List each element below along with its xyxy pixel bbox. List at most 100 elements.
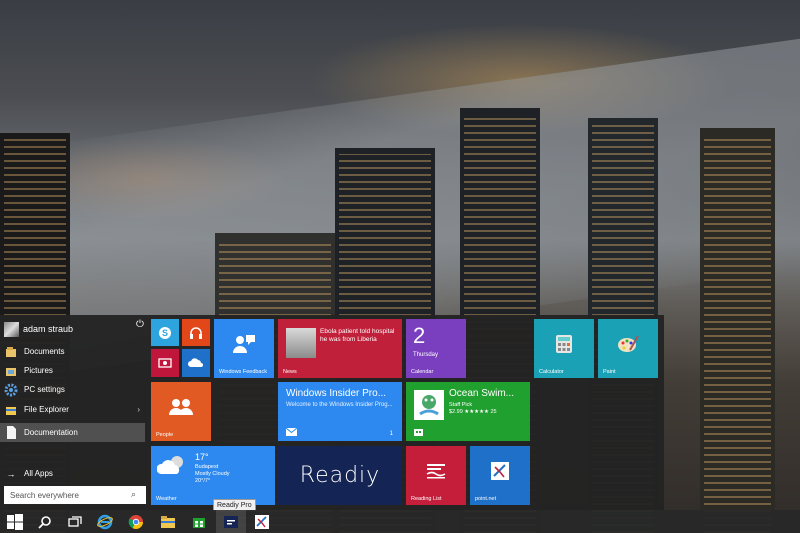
video-icon xyxy=(158,358,172,368)
weather-condition: Mostly Cloudy xyxy=(195,471,230,477)
start-item-pictures[interactable]: Pictures xyxy=(0,361,148,380)
document-icon xyxy=(4,426,18,440)
user-account[interactable]: adam straub xyxy=(4,319,144,339)
file-explorer-icon xyxy=(4,403,18,417)
calculator-icon xyxy=(556,334,572,353)
reading-list-icon xyxy=(426,463,446,478)
store-tile[interactable]: Ocean Swim... Staff Pick $2.99 ★★★★★ 25 xyxy=(406,382,530,441)
avatar xyxy=(4,321,19,337)
store-bag-icon xyxy=(193,517,205,528)
weather-city: Budapest xyxy=(195,464,219,470)
task-view-icon xyxy=(68,515,82,527)
news-tile[interactable]: Ebola patient told hospital he was from … xyxy=(278,319,402,378)
start-item-file-explorer[interactable]: File Explorer › xyxy=(0,400,148,419)
start-item-label: PC settings xyxy=(24,385,65,394)
weather-range: 20°/7° xyxy=(195,478,211,484)
news-image xyxy=(286,328,316,358)
wallpaper-building xyxy=(700,128,775,533)
start-item-pc-settings[interactable]: PC settings xyxy=(0,380,148,399)
taskbar-file-explorer[interactable] xyxy=(153,510,183,533)
tile-label: Windows Feedback xyxy=(219,369,267,375)
power-icon[interactable]: ⏻ xyxy=(134,319,146,331)
taskbar-pointnet[interactable] xyxy=(247,510,277,533)
reading-list-tile[interactable]: Reading List xyxy=(406,446,466,505)
tile-label: News xyxy=(283,369,297,375)
mail-icon xyxy=(286,428,297,436)
tile-label: Weather xyxy=(156,496,177,502)
app-thumbnail xyxy=(414,390,444,420)
start-item-label: Documents xyxy=(24,347,65,356)
onedrive-tile[interactable] xyxy=(182,349,210,377)
documents-folder-icon xyxy=(4,345,18,359)
search-box[interactable]: ⌕ xyxy=(4,486,146,504)
cloud-icon xyxy=(188,358,203,367)
feedback-icon xyxy=(233,334,255,353)
file-explorer-icon xyxy=(161,515,175,528)
video-tile[interactable] xyxy=(151,349,179,377)
start-item-label: File Explorer xyxy=(24,405,69,414)
store-pick: Staff Pick xyxy=(449,402,473,408)
weather-tile[interactable]: 17° Budapest Mostly Cloudy 20°/7° Weathe… xyxy=(151,446,275,505)
skype-icon: S xyxy=(159,326,171,339)
taskbar-internet-explorer[interactable] xyxy=(90,510,120,533)
store-bag-icon xyxy=(414,429,423,436)
tile-label: Calculator xyxy=(539,369,564,375)
windows-logo-icon xyxy=(7,513,23,530)
start-item-label: Pictures xyxy=(24,366,53,375)
readiy-tile[interactable]: Readiy xyxy=(278,446,402,505)
store-price-rating: $2.99 ★★★★★ 25 xyxy=(449,409,497,415)
cloudy-weather-icon xyxy=(157,456,183,474)
search-input[interactable] xyxy=(10,490,128,500)
taskbar-chrome[interactable] xyxy=(121,510,151,533)
insider-badge: 1 xyxy=(389,431,393,437)
taskbar-store[interactable] xyxy=(184,510,214,533)
people-tile[interactable]: People xyxy=(151,382,211,441)
tile-label: People xyxy=(156,432,174,438)
pointnet-icon xyxy=(491,461,509,480)
start-item-documents[interactable]: Documents xyxy=(0,342,148,361)
music-tile[interactable] xyxy=(182,319,210,346)
readiy-logo: Readiy xyxy=(299,463,381,488)
start-menu-left-pane: adam straub ⏻ Documents Pictures PC sett… xyxy=(0,315,148,510)
skype-tile[interactable]: S xyxy=(151,319,179,346)
taskbar-search-button[interactable] xyxy=(30,510,60,533)
task-view-button[interactable] xyxy=(60,510,90,533)
paint-tile[interactable]: Paint xyxy=(598,319,658,378)
windows-feedback-tile[interactable]: Windows Feedback xyxy=(214,319,274,378)
start-item-documentation[interactable]: Documentation xyxy=(0,423,145,442)
start-menu: adam straub ⏻ Documents Pictures PC sett… xyxy=(0,315,664,510)
pictures-folder-icon xyxy=(4,364,18,378)
start-button[interactable] xyxy=(0,510,30,533)
chevron-right-icon: › xyxy=(137,405,140,414)
user-name: adam straub xyxy=(23,324,74,334)
start-item-label: Documentation xyxy=(24,428,78,437)
pointnet-tile[interactable]: point.net xyxy=(470,446,530,505)
tile-label: Reading List xyxy=(411,496,442,502)
readiy-app-icon xyxy=(224,515,238,528)
calendar-tile[interactable]: 2 Thursday Calendar xyxy=(406,319,466,378)
all-apps-label: All Apps xyxy=(24,469,53,478)
all-apps-button[interactable]: → All Apps xyxy=(0,464,148,483)
chrome-icon xyxy=(128,514,143,529)
tile-label: point.net xyxy=(475,496,497,502)
ocean-swim-app-icon xyxy=(419,395,439,416)
tile-label: Calendar xyxy=(411,369,434,375)
taskbar-readiy-pro[interactable] xyxy=(216,510,246,533)
search-icon xyxy=(38,515,51,529)
internet-explorer-icon xyxy=(97,514,113,529)
people-icon xyxy=(169,398,193,415)
taskbar xyxy=(0,510,800,533)
insider-subtitle: Welcome to the Windows Insider Prog... xyxy=(286,402,393,408)
tile-label: Paint xyxy=(603,369,616,375)
headphones-icon xyxy=(190,326,202,339)
search-icon[interactable]: ⌕ xyxy=(131,489,141,499)
arrow-right-icon: → xyxy=(6,468,16,479)
calendar-day-name: Thursday xyxy=(413,352,439,358)
windows-insider-tile[interactable]: Windows Insider Pro... Welcome to the Wi… xyxy=(278,382,402,441)
svg-text:S: S xyxy=(162,328,168,338)
gear-icon xyxy=(4,383,18,397)
calculator-tile[interactable]: Calculator xyxy=(534,319,594,378)
pointnet-icon xyxy=(255,514,269,529)
calendar-day-number: 2 xyxy=(413,323,426,348)
insider-title: Windows Insider Pro... xyxy=(286,388,387,399)
